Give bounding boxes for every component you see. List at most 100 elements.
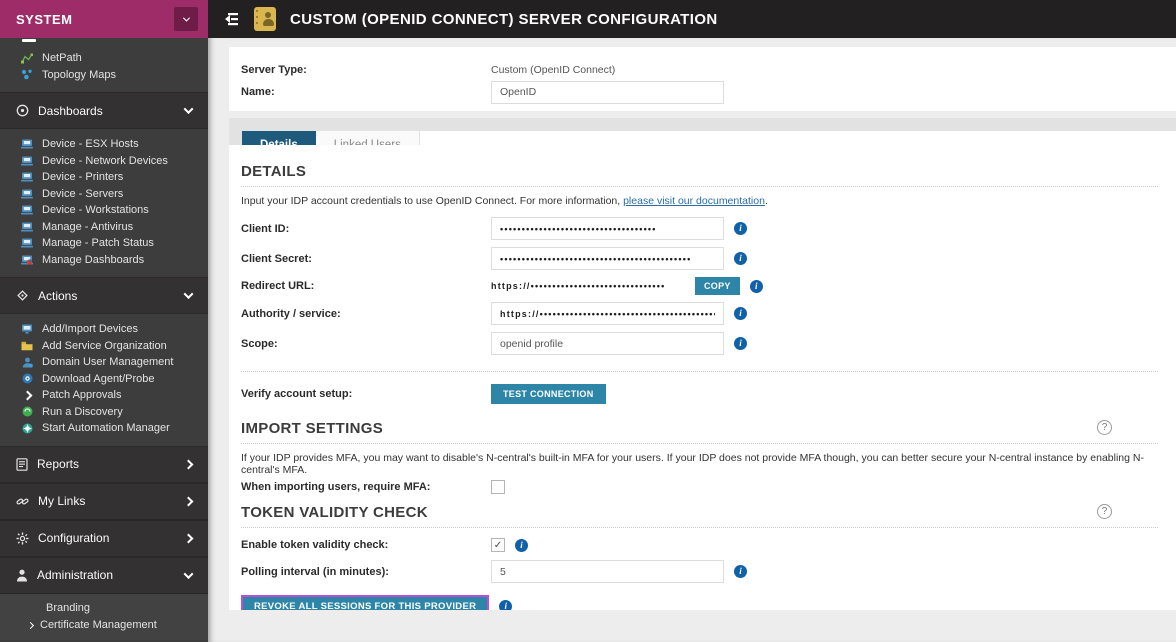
sidebar-item-topology-maps[interactable]: Topology Maps bbox=[0, 67, 208, 84]
sidebar-item-add-service-organization[interactable]: Add Service Organization bbox=[0, 338, 208, 355]
polling-interval-input[interactable] bbox=[491, 560, 724, 583]
client-secret-input[interactable] bbox=[491, 247, 724, 270]
sidebar-section-actions[interactable]: Actions bbox=[0, 277, 208, 314]
app-window: SYSTEM CUSTOM (OPENID CONNECT) SERVER CO… bbox=[0, 0, 1176, 642]
section-label: Administration bbox=[37, 568, 114, 582]
chevron-right-icon bbox=[183, 459, 194, 469]
sidebar: NetPath Topology Maps Dashboards Device … bbox=[0, 38, 208, 642]
person-icon bbox=[16, 569, 28, 582]
sidebar-item-domain-user-management[interactable]: Domain User Management bbox=[0, 354, 208, 371]
info-icon[interactable]: i bbox=[734, 337, 747, 350]
sidebar-item-manage-patch-status[interactable]: Manage - Patch Status bbox=[0, 235, 208, 252]
client-id-label: Client ID: bbox=[241, 222, 290, 235]
topology-maps-icon bbox=[20, 69, 34, 80]
actions-icon bbox=[16, 289, 29, 302]
page-title: CUSTOM (OPENID CONNECT) SERVER CONFIGURA… bbox=[290, 10, 718, 28]
polling-interval-label: Polling interval (in minutes): bbox=[241, 565, 389, 578]
info-icon[interactable]: i bbox=[734, 307, 747, 320]
sidebar-item-manage-antivirus[interactable]: Manage - Antivirus bbox=[0, 219, 208, 236]
sidebar-item-label: Device - Printers bbox=[42, 171, 124, 184]
collapse-sidebar-icon[interactable] bbox=[220, 11, 240, 27]
sidebar-item-certificate-management[interactable]: Certificate Management bbox=[0, 617, 208, 634]
sidebar-section-reports[interactable]: Reports bbox=[0, 445, 208, 483]
help-icon[interactable]: ? bbox=[1097, 420, 1112, 435]
sidebar-item-device-servers[interactable]: Device - Servers bbox=[0, 186, 208, 203]
server-summary-panel: Server Type: Custom (OpenID Connect) Nam… bbox=[229, 47, 1176, 111]
sidebar-item-label: Patch Approvals bbox=[42, 389, 122, 402]
sidebar-item-device-printers[interactable]: Device - Printers bbox=[0, 169, 208, 186]
client-id-input[interactable] bbox=[491, 217, 724, 240]
info-icon[interactable]: i bbox=[749, 279, 763, 293]
info-icon[interactable]: i bbox=[515, 538, 528, 552]
section-label: Reports bbox=[37, 457, 80, 471]
laptop-icon bbox=[20, 205, 34, 215]
sidebar-section-configuration[interactable]: Configuration bbox=[0, 519, 208, 557]
server-type-label: Server Type: bbox=[241, 64, 307, 76]
enable-token-validity-label: Enable token validity check: bbox=[241, 539, 389, 551]
section-label: My Links bbox=[38, 494, 86, 508]
sidebar-item-patch-approvals[interactable]: Patch Approvals bbox=[0, 387, 208, 404]
section-label: Actions bbox=[38, 288, 78, 303]
details-description-text: Input your IDP account credentials to us… bbox=[241, 195, 624, 207]
sidebar-item-branding[interactable]: Branding bbox=[0, 600, 208, 617]
authority-service-input[interactable] bbox=[491, 302, 724, 325]
dash-icon bbox=[22, 39, 36, 42]
info-icon[interactable]: i bbox=[499, 600, 513, 610]
monitor-icon bbox=[20, 324, 34, 334]
laptop-icon bbox=[20, 238, 34, 248]
sidebar-item-label: Domain User Management bbox=[42, 356, 174, 369]
authority-service-label: Authority / service: bbox=[241, 307, 341, 320]
netpath-icon bbox=[20, 53, 34, 64]
gear-icon bbox=[16, 532, 29, 545]
reports-icon bbox=[16, 457, 28, 471]
user-icon bbox=[20, 357, 34, 368]
chevron-right-icon bbox=[20, 390, 34, 401]
sidebar-item-run-a-discovery[interactable]: Run a Discovery bbox=[0, 404, 208, 421]
laptop-chart-icon bbox=[20, 255, 34, 265]
sidebar-item-device-esx-hosts[interactable]: Device - ESX Hosts bbox=[0, 136, 208, 153]
sidebar-item-download-agent-probe[interactable]: Download Agent/Probe bbox=[0, 371, 208, 388]
info-icon[interactable]: i bbox=[734, 252, 747, 265]
sidebar-item-start-automation-manager[interactable]: Start Automation Manager bbox=[0, 420, 208, 437]
divider bbox=[241, 186, 1158, 187]
sidebar-item-netpath[interactable]: NetPath bbox=[0, 50, 208, 67]
copy-button[interactable]: COPY bbox=[695, 277, 740, 295]
section-label: Dashboards bbox=[38, 103, 103, 118]
sidebar-item-manage-dashboards[interactable]: Manage Dashboards bbox=[0, 252, 208, 269]
sidebar-item-label: Topology Maps bbox=[42, 68, 116, 81]
folder-icon bbox=[20, 341, 34, 351]
system-dropdown-button[interactable] bbox=[174, 7, 198, 31]
system-label: SYSTEM bbox=[16, 11, 73, 27]
chevron-right-icon bbox=[26, 621, 35, 629]
sidebar-item-device-network-devices[interactable]: Device - Network Devices bbox=[0, 153, 208, 170]
sidebar-item-device-workstations[interactable]: Device - Workstations bbox=[0, 202, 208, 219]
test-connection-button[interactable]: TEST CONNECTION bbox=[491, 384, 606, 404]
main-content: Server Type: Custom (OpenID Connect) Nam… bbox=[208, 38, 1176, 642]
sidebar-item-add-import-devices[interactable]: Add/Import Devices bbox=[0, 321, 208, 338]
documentation-link[interactable]: please visit our documentation bbox=[623, 195, 765, 207]
client-secret-label: Client Secret: bbox=[241, 252, 312, 265]
sidebar-item-partial[interactable] bbox=[0, 38, 208, 48]
sidebar-item-label: Manage - Antivirus bbox=[42, 220, 134, 233]
divider bbox=[241, 527, 1158, 528]
require-mfa-checkbox[interactable] bbox=[491, 480, 505, 494]
sidebar-section-my-links[interactable]: My Links bbox=[0, 482, 208, 520]
import-settings-description: If your IDP provides MFA, you may want t… bbox=[241, 452, 1144, 476]
server-type-value: Custom (OpenID Connect) bbox=[491, 64, 616, 76]
info-icon[interactable]: i bbox=[734, 565, 747, 578]
info-icon[interactable]: i bbox=[734, 222, 747, 235]
divider bbox=[241, 371, 1158, 372]
sidebar-section-dashboards[interactable]: Dashboards bbox=[0, 92, 208, 129]
enable-token-validity-checkbox[interactable]: ✓ bbox=[491, 538, 505, 552]
revoke-sessions-button[interactable]: REVOKE ALL SESSIONS FOR THIS PROVIDER bbox=[241, 595, 490, 610]
sidebar-section-administration[interactable]: Administration bbox=[0, 556, 208, 594]
chevron-down-icon bbox=[183, 568, 194, 579]
name-input[interactable] bbox=[491, 80, 724, 104]
section-label: Configuration bbox=[38, 531, 110, 545]
scope-input[interactable] bbox=[491, 332, 724, 355]
laptop-icon bbox=[20, 156, 34, 166]
details-heading: DETAILS bbox=[241, 163, 307, 180]
help-icon[interactable]: ? bbox=[1097, 504, 1112, 519]
details-description: Input your IDP account credentials to us… bbox=[241, 195, 1158, 207]
sidebar-item-label: Device - Workstations bbox=[42, 204, 149, 217]
